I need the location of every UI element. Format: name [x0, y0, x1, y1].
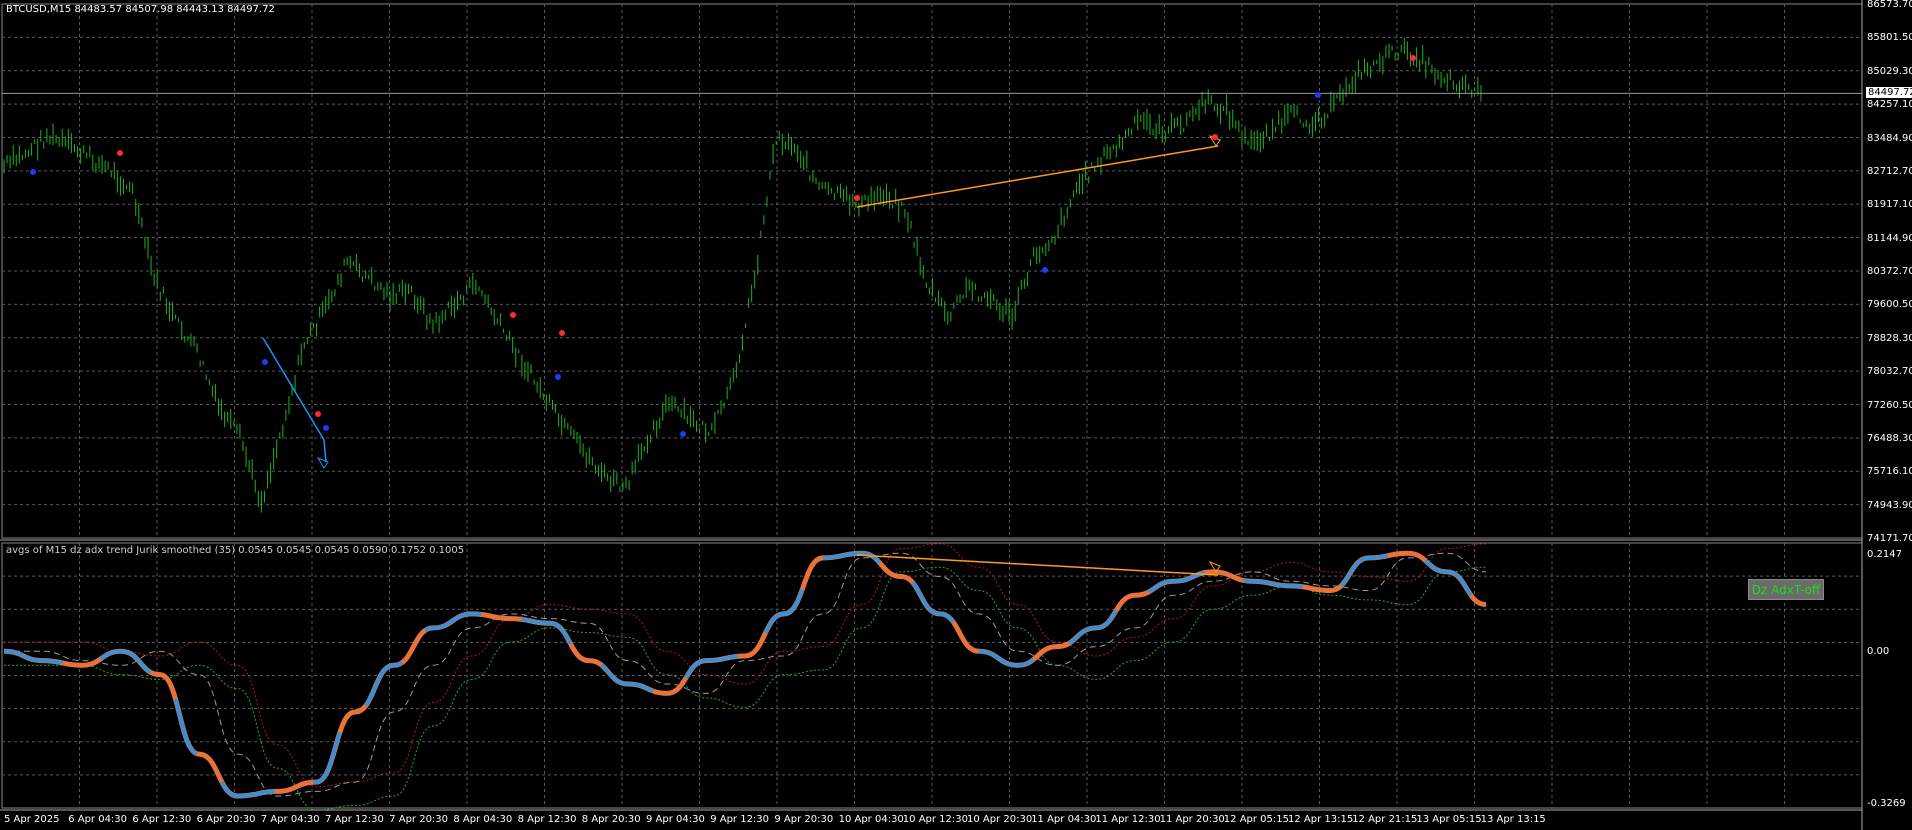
time-axis-label: 6 Apr 20:30: [196, 814, 256, 825]
time-axis-label: 8 Apr 20:30: [581, 814, 641, 825]
time-axis-label: 11 Apr 12:30: [1095, 814, 1161, 825]
price-axis-label: 81917.10: [1867, 199, 1912, 211]
price-axis-label: 80372.70: [1867, 266, 1912, 277]
price-axis-label: 83484.90: [1867, 132, 1912, 144]
price-axis-label: 86573.70: [1867, 0, 1912, 10]
time-axis-label: 8 Apr 12:30: [517, 814, 577, 825]
chart-title: BTCUSD,M15 84483.57 84507.98 84443.13 84…: [6, 4, 275, 15]
time-axis-label: 12 Apr 05:15: [1223, 814, 1289, 825]
time-axis-label: 11 Apr 20:30: [1159, 814, 1225, 825]
indicator-orange-trendline: [856, 554, 1219, 576]
time-axis-label: 7 Apr 20:30: [389, 814, 449, 825]
sell-signal-dot: [117, 150, 123, 156]
price-axis-label: 82712.70: [1867, 165, 1912, 177]
price-axis-label: 85029.30: [1867, 65, 1912, 77]
sell-signal-dot: [315, 411, 321, 417]
sell-signal-dot: [1212, 134, 1218, 140]
buy-signal-dot: [1042, 267, 1048, 273]
price-axis-label: 81144.90: [1867, 232, 1912, 244]
price-axis-label: 79600.50: [1867, 299, 1912, 311]
sell-signal-dot: [559, 330, 565, 336]
sell-signal-dot: [510, 312, 516, 318]
time-axis-label: 13 Apr 13:15: [1480, 814, 1546, 825]
indicator-main-blue: [3, 551, 1487, 799]
current-price-label: 84497.72: [1866, 87, 1912, 99]
indicator-main-orange: [3, 550, 1487, 799]
time-axis-label: 8 Apr 04:30: [453, 814, 513, 825]
indicator-axis-label: -0.3269: [1867, 798, 1906, 809]
buy-signal-dot: [323, 425, 329, 431]
price-axis-label: 74171.70: [1867, 533, 1912, 544]
time-axis-label: 7 Apr 12:30: [325, 814, 384, 825]
time-axis-label: 6 Apr 04:30: [68, 814, 128, 825]
indicator-mid-line: [3, 552, 1487, 797]
buy-signal-dot: [680, 431, 686, 437]
buy-signal-dot: [30, 169, 36, 175]
time-axis-label: 12 Apr 13:15: [1288, 814, 1354, 825]
dz-adxt-toggle-button[interactable]: Dz AdxT-off: [1748, 579, 1824, 600]
orange-trendline: [856, 145, 1219, 208]
buy-signal-dot: [555, 374, 561, 380]
time-axis-label: 12 Apr 21:15: [1352, 814, 1418, 825]
price-axis-label: 78032.70: [1867, 366, 1912, 378]
price-axis-label: 77260.50: [1867, 399, 1912, 411]
time-axis-label: 11 Apr 04:30: [1031, 814, 1097, 825]
time-axis-label: 6 Apr 12:30: [132, 814, 192, 825]
price-axis-label: 75716.10: [1867, 466, 1912, 478]
indicator-axis-label: 0.00: [1867, 646, 1890, 658]
time-axis-label: 9 Apr 20:30: [774, 814, 834, 825]
time-axis-label: 7 Apr 04:30: [260, 814, 320, 825]
time-axis-label: 5 Apr 2025: [4, 814, 60, 825]
trading-chart[interactable]: [0, 0, 1912, 830]
buy-signal-dot: [1315, 92, 1321, 98]
indicator-title: avgs of M15 dz adx trend Jurik smoothed …: [6, 545, 465, 556]
time-axis-label: 10 Apr 20:30: [967, 814, 1033, 825]
price-axis-label: 85801.50: [1867, 32, 1912, 44]
time-axis-label: 13 Apr 05:15: [1416, 814, 1482, 825]
buy-signal-dot: [262, 359, 268, 365]
indicator-axis-label: 0.2147: [1867, 549, 1902, 560]
price-axis-label: 76488.30: [1867, 432, 1912, 444]
sell-signal-dot: [854, 195, 860, 201]
blue-trendline: [262, 337, 327, 463]
price-axis-label: 74943.90: [1867, 499, 1912, 511]
time-axis-label: 10 Apr 04:30: [838, 814, 904, 825]
time-axis-label: 9 Apr 12:30: [710, 814, 770, 825]
price-axis-label: 84257.10: [1867, 99, 1912, 111]
sell-signal-dot: [1410, 55, 1416, 61]
price-axis-label: 78828.30: [1867, 332, 1912, 344]
time-axis-label: 9 Apr 04:30: [646, 814, 705, 825]
indicator-lower-band: [4, 566, 1487, 811]
time-axis-label: 10 Apr 12:30: [902, 814, 968, 825]
